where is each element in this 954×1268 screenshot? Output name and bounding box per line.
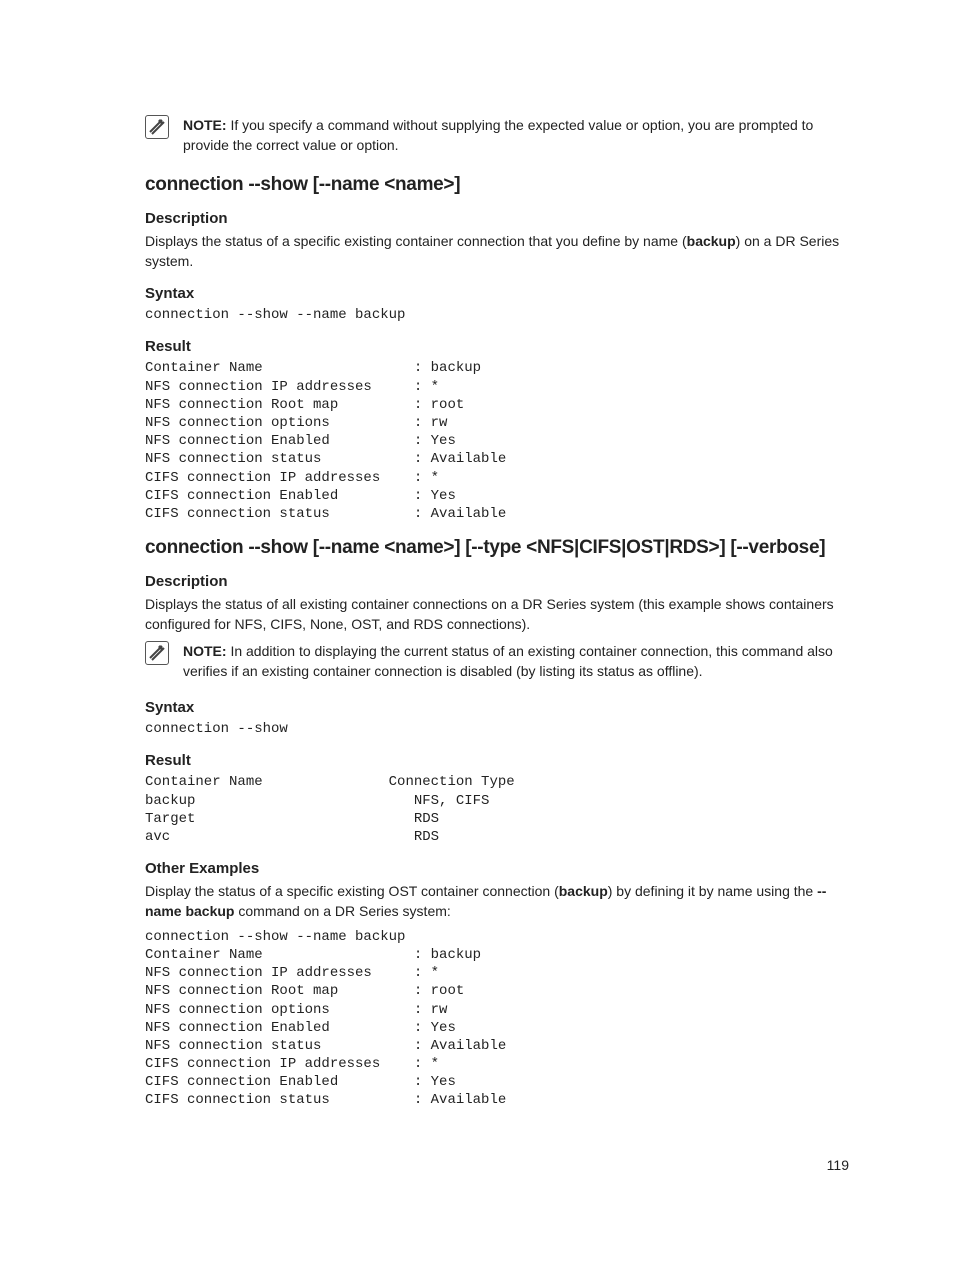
- section2-result-heading: Result: [145, 752, 844, 769]
- note-label: NOTE:: [183, 643, 227, 659]
- note-block: NOTE: If you specify a command without s…: [145, 115, 844, 156]
- section1-description-text: Displays the status of a specific existi…: [145, 231, 844, 272]
- page-number: 119: [827, 1157, 849, 1173]
- note-icon: [145, 641, 169, 665]
- section2-result-code: Container Name Connection Type backup NF…: [145, 773, 844, 846]
- note-text-2: NOTE: In addition to displaying the curr…: [183, 641, 844, 682]
- page-content: NOTE: If you specify a command without s…: [0, 0, 954, 1268]
- section2-description-text: Displays the status of all existing cont…: [145, 594, 844, 635]
- section1-result-code: Container Name : backup NFS connection I…: [145, 359, 844, 523]
- section2-description-heading: Description: [145, 573, 844, 590]
- note-text: NOTE: If you specify a command without s…: [183, 115, 844, 156]
- section1-syntax-code: connection --show --name backup: [145, 306, 844, 324]
- note-icon: [145, 115, 169, 139]
- section2-syntax-code: connection --show: [145, 720, 844, 738]
- section2-syntax-heading: Syntax: [145, 699, 844, 716]
- section1-result-heading: Result: [145, 338, 844, 355]
- section2-other-text: Display the status of a specific existin…: [145, 881, 844, 922]
- note-body-text: If you specify a command without supplyi…: [183, 117, 813, 153]
- section2-other-code: connection --show --name backup Containe…: [145, 928, 844, 1110]
- note-block-2: NOTE: In addition to displaying the curr…: [145, 641, 844, 682]
- section2-other-heading: Other Examples: [145, 860, 844, 877]
- section2-title: connection --show [--name <name>] [--typ…: [145, 537, 844, 559]
- note-label: NOTE:: [183, 117, 227, 133]
- section1-description-heading: Description: [145, 210, 844, 227]
- section1-title: connection --show [--name <name>]: [145, 174, 844, 196]
- note-body-text: In addition to displaying the current st…: [183, 643, 833, 679]
- section1-syntax-heading: Syntax: [145, 285, 844, 302]
